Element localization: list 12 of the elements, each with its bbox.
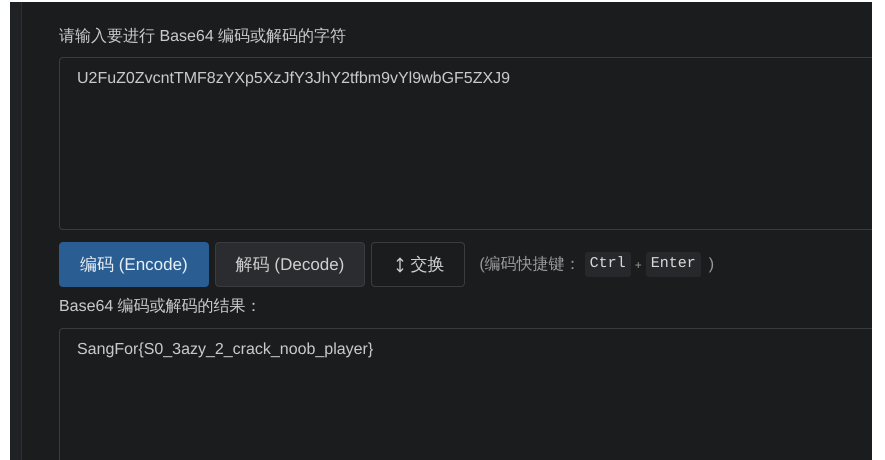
input-field[interactable]: U2FuZ0ZvcntTMF8zYXp5XzJfY3JhY2tfbm9vYl9wbGF5ZXJ9 (59, 57, 872, 230)
input-label: 请输入要进行 Base64 编码或解码的字符 (59, 26, 348, 47)
output-field[interactable]: SangFor{S0_3azy_2_crack_noob_player} (59, 328, 872, 460)
plus-sign: + (634, 256, 642, 274)
shortcut-hint: (编码快捷键： (479, 254, 581, 274)
shortcut-hint-end: ) (708, 254, 714, 274)
output-label: Base64 编码或解码的结果： (59, 296, 263, 317)
encode-button[interactable]: 编码 (Encode) (59, 242, 209, 287)
decode-button[interactable]: 解码 (Decode) (214, 242, 366, 287)
swap-button[interactable]: 交换 (371, 242, 466, 287)
key-label: Ctrl (584, 252, 631, 277)
key-label: Enter (646, 252, 701, 277)
